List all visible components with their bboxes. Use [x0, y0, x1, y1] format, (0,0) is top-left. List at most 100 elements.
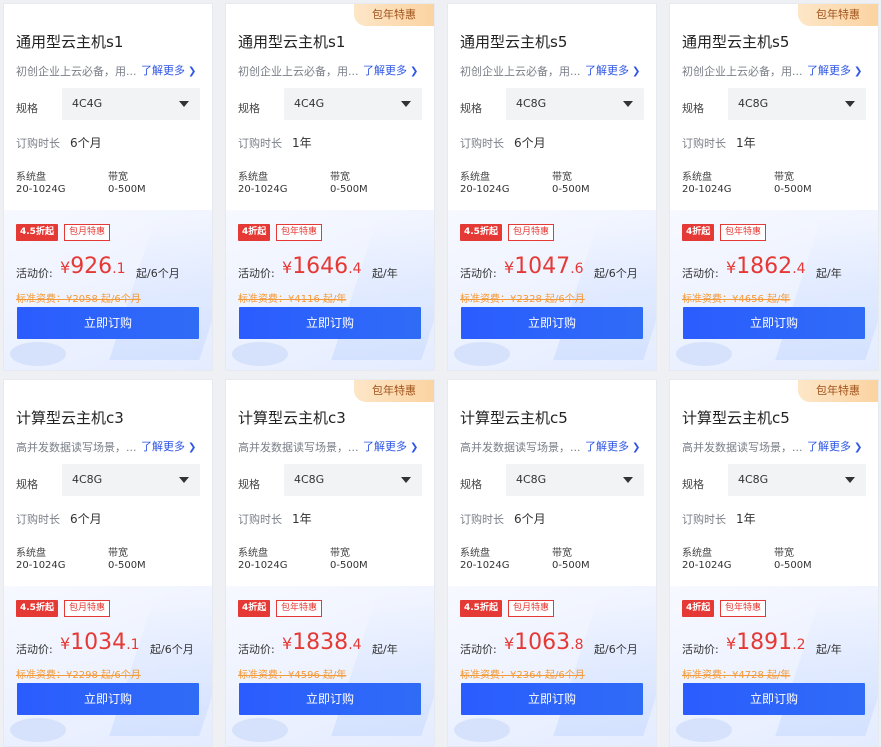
price-unit: 起/6个月	[136, 267, 180, 280]
spec-select[interactable]: 4C8G	[728, 88, 866, 120]
bandwidth-value: 0-500M	[774, 184, 812, 195]
currency-symbol: ¥	[282, 258, 293, 277]
spec-select[interactable]: 4C8G	[284, 464, 422, 496]
term-value: 6个月	[514, 512, 546, 526]
price-integer: 1646	[292, 254, 349, 279]
learn-more-link[interactable]: 了解更多 ❯	[807, 438, 862, 454]
buy-now-button[interactable]: 立即订购	[17, 683, 199, 715]
chevron-right-icon: ❯	[188, 66, 197, 77]
term-value: 1年	[736, 512, 756, 526]
system-disk-value: 20-1024G	[460, 184, 510, 195]
price-decimal: .4	[348, 637, 362, 653]
spec-label: 规格	[238, 102, 260, 115]
bandwidth-label: 带宽	[552, 548, 572, 559]
spec-select[interactable]: 4C8G	[506, 88, 644, 120]
bandwidth-value: 0-500M	[330, 184, 368, 195]
spec-value: 4C4G	[72, 97, 103, 110]
system-disk-value: 20-1024G	[16, 560, 66, 571]
term-value: 6个月	[70, 136, 102, 150]
discount-badge: 4.5折起	[460, 224, 502, 241]
activity-price-label: 活动价:	[460, 267, 497, 280]
decorative-shape	[676, 718, 732, 742]
bandwidth-value: 0-500M	[108, 560, 146, 571]
spec-select[interactable]: 4C4G	[62, 88, 200, 120]
price-integer: 1838	[292, 630, 349, 655]
standard-price: 标准资费：¥2364 起/6个月	[460, 670, 585, 681]
promo-badge: 包年特惠	[720, 224, 767, 241]
buy-now-button[interactable]: 立即订购	[461, 683, 643, 715]
buy-now-button[interactable]: 立即订购	[683, 683, 865, 715]
standard-price: 标准资费：¥4596 起/年	[238, 670, 347, 681]
price-decimal: .1	[112, 261, 126, 277]
spec-value: 4C8G	[738, 473, 769, 486]
standard-price: 标准资费：¥2328 起/6个月	[460, 294, 585, 305]
corner-promo-tag: 包年特惠	[798, 380, 878, 402]
buy-now-button[interactable]: 立即订购	[461, 307, 643, 339]
term-value: 1年	[736, 136, 756, 150]
caret-down-icon	[401, 101, 411, 107]
product-description: 初创企业上云必备，用...	[682, 65, 803, 78]
product-description: 高并发数据读写场景，...	[16, 441, 137, 454]
system-disk-label: 系统盘	[238, 172, 268, 183]
buy-now-button[interactable]: 立即订购	[17, 307, 199, 339]
standard-price: 标准资费：¥4728 起/年	[682, 670, 791, 681]
activity-price: ¥926.1	[60, 254, 126, 279]
bandwidth-label: 带宽	[108, 548, 128, 559]
product-description: 初创企业上云必备，用...	[16, 65, 137, 78]
learn-more-link[interactable]: 了解更多 ❯	[363, 62, 418, 78]
product-card-grid: 通用型云主机s1 初创企业上云必备，用... 了解更多 ❯ 规格 4C4G 订购时…	[0, 0, 881, 747]
product-description: 高并发数据读写场景，...	[682, 441, 803, 454]
product-title: 计算型云主机c3	[238, 409, 346, 427]
product-card: 计算型云主机c3 高并发数据读写场景，... 了解更多 ❯ 规格 4C8G 订购时…	[4, 380, 212, 746]
price-unit: 起/6个月	[594, 643, 638, 656]
decorative-shape	[676, 342, 732, 366]
decorative-shape	[454, 342, 510, 366]
learn-more-link[interactable]: 了解更多 ❯	[585, 62, 640, 78]
spec-label: 规格	[682, 478, 704, 491]
learn-more-link[interactable]: 了解更多 ❯	[585, 438, 640, 454]
bandwidth-label: 带宽	[774, 548, 794, 559]
activity-price: ¥1891.2	[726, 630, 806, 655]
currency-symbol: ¥	[504, 258, 515, 277]
spec-select[interactable]: 4C4G	[284, 88, 422, 120]
learn-more-link[interactable]: 了解更多 ❯	[141, 438, 196, 454]
decorative-shape	[775, 596, 878, 736]
term-label: 订购时长	[238, 137, 282, 150]
term-value: 6个月	[70, 512, 102, 526]
learn-more-label: 了解更多	[585, 440, 629, 453]
caret-down-icon	[845, 477, 855, 483]
activity-price-label: 活动价:	[238, 643, 275, 656]
system-disk-value: 20-1024G	[682, 184, 732, 195]
spec-value: 4C8G	[294, 473, 325, 486]
bandwidth-value: 0-500M	[108, 184, 146, 195]
discount-badge: 4折起	[238, 224, 271, 241]
caret-down-icon	[179, 101, 189, 107]
caret-down-icon	[401, 477, 411, 483]
spec-select[interactable]: 4C8G	[506, 464, 644, 496]
buy-now-button[interactable]: 立即订购	[239, 307, 421, 339]
spec-select[interactable]: 4C8G	[62, 464, 200, 496]
price-decimal: .4	[792, 261, 806, 277]
price-decimal: .8	[570, 637, 584, 653]
learn-more-link[interactable]: 了解更多 ❯	[363, 438, 418, 454]
spec-select[interactable]: 4C8G	[728, 464, 866, 496]
discount-badge: 4折起	[682, 224, 715, 241]
learn-more-link[interactable]: 了解更多 ❯	[141, 62, 196, 78]
bandwidth-value: 0-500M	[552, 560, 590, 571]
chevron-right-icon: ❯	[632, 66, 641, 77]
product-title: 计算型云主机c3	[16, 409, 124, 427]
corner-promo-tag: 包年特惠	[798, 4, 878, 26]
buy-now-button[interactable]: 立即订购	[239, 683, 421, 715]
product-card: 包年特惠 通用型云主机s1 初创企业上云必备，用... 了解更多 ❯ 规格 4C4…	[226, 4, 434, 370]
buy-now-button[interactable]: 立即订购	[683, 307, 865, 339]
price-integer: 1047	[514, 254, 571, 279]
promo-badge: 包年特惠	[276, 224, 323, 241]
price-integer: 1063	[514, 630, 571, 655]
activity-price-label: 活动价:	[16, 643, 53, 656]
standard-price: 标准资费：¥2058 起/6个月	[16, 294, 141, 305]
system-disk-label: 系统盘	[16, 172, 46, 183]
term-label: 订购时长	[682, 137, 726, 150]
product-card: 通用型云主机s5 初创企业上云必备，用... 了解更多 ❯ 规格 4C8G 订购时…	[448, 4, 656, 370]
learn-more-link[interactable]: 了解更多 ❯	[807, 62, 862, 78]
spec-value: 4C4G	[294, 97, 325, 110]
